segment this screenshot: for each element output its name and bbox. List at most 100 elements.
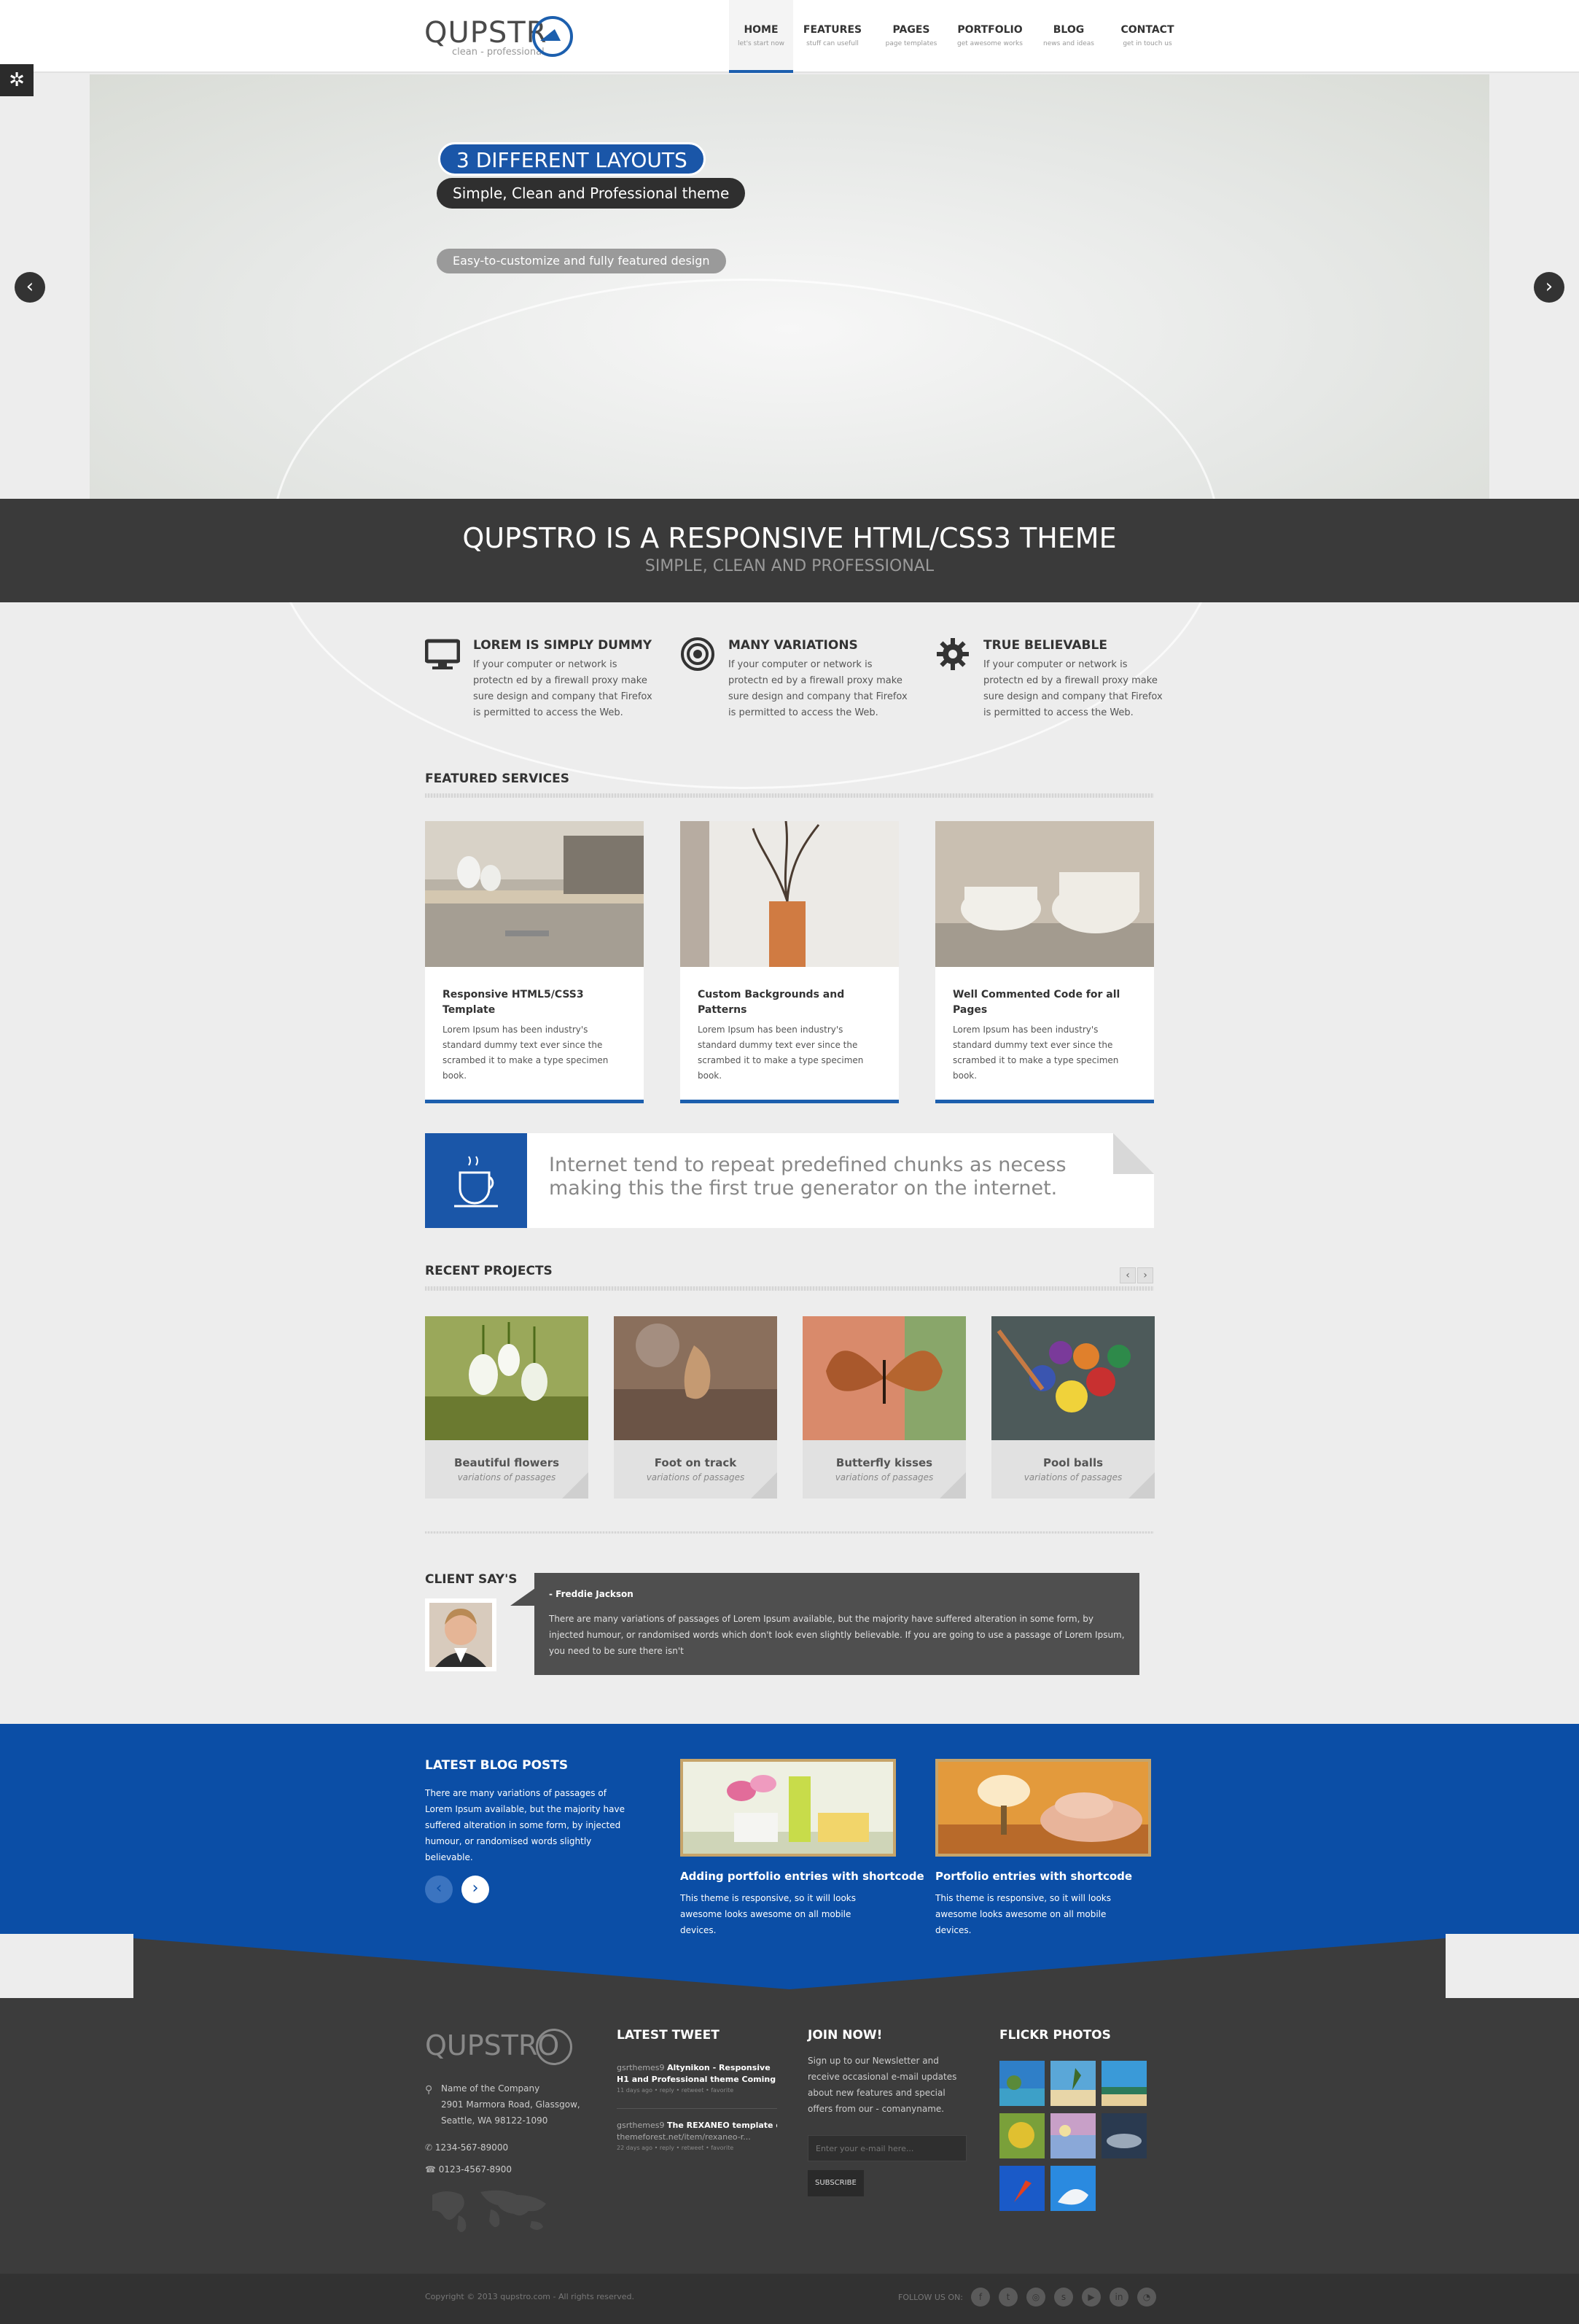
- service-card-title: Custom Backgrounds and Patterns: [698, 989, 845, 1016]
- youtube-icon[interactable]: ▶: [1082, 2288, 1101, 2306]
- target-icon: [681, 637, 714, 671]
- nav-blog[interactable]: BLOG news and ideas: [1029, 0, 1108, 73]
- client-says-title: CLIENT SAY'S: [425, 1572, 518, 1587]
- service-image-vase: [680, 820, 899, 967]
- section-divider: [425, 793, 1154, 798]
- feature-block: TRUE BELIEVABLE If your computer or netw…: [935, 637, 1176, 724]
- site-footer: [0, 1998, 1579, 2274]
- blog-post[interactable]: Adding portfolio entries with shortcode …: [680, 1759, 924, 1938]
- rss-icon[interactable]: ◔: [1137, 2288, 1156, 2306]
- blog-post-title[interactable]: Portfolio entries with shortcode: [935, 1870, 1151, 1883]
- tweet-handle[interactable]: gsrthemes9: [617, 2063, 665, 2072]
- slider-subheadline: Simple, Clean and Professional theme: [437, 178, 746, 209]
- client-avatar: [425, 1598, 496, 1671]
- nav-pages[interactable]: PAGES page templates: [872, 0, 951, 73]
- bottom-bar: [0, 2274, 1579, 2324]
- service-card-text: Lorem Ipsum has been industry's standard…: [442, 1025, 609, 1081]
- feature-title: TRUE BELIEVABLE: [983, 638, 1107, 653]
- footer-logo-mark-icon: [536, 2029, 572, 2065]
- service-card[interactable]: Responsive HTML5/CSS3 Template Lorem Ips…: [425, 821, 644, 1103]
- project-title: Pool balls: [1042, 1456, 1104, 1469]
- project-item[interactable]: Butterfly kisses variations of passages: [803, 1316, 966, 1499]
- projects-next-button[interactable]: ›: [1137, 1267, 1153, 1283]
- blog-image-orchid: [680, 1759, 896, 1857]
- nav-contact[interactable]: CONTACT get in touch us: [1108, 0, 1187, 73]
- tweet-link[interactable]: themeforest.net/item/rexaneo-r...: [617, 2131, 777, 2143]
- logo-mark-icon: [532, 16, 573, 57]
- subscribe-button[interactable]: SUBSCRIBE: [808, 2170, 864, 2196]
- tweet-handle[interactable]: gsrthemes9: [617, 2121, 665, 2130]
- twitter-icon[interactable]: t: [999, 2288, 1018, 2306]
- project-image-butterfly: [803, 1316, 966, 1440]
- flickr-thumb[interactable]: [1102, 2061, 1147, 2106]
- copyright-text: Copyright © 2013 qupstro.com - All right…: [425, 2292, 635, 2301]
- corner-fold: [562, 1472, 588, 1499]
- project-item[interactable]: Beautiful flowers variations of passages: [425, 1316, 588, 1499]
- nav-subtitle: stuff can usefull: [806, 40, 859, 47]
- newsletter-email-input[interactable]: [808, 2135, 967, 2161]
- newsletter-text: Sign up to our Newsletter and receive oc…: [808, 2056, 957, 2114]
- service-image-toilet: [935, 821, 1154, 967]
- nav-subtitle: get in touch us: [1123, 40, 1172, 47]
- flickr-thumb[interactable]: [999, 2061, 1045, 2106]
- blog-post[interactable]: Portfolio entries with shortcode This th…: [935, 1759, 1151, 1938]
- service-card-title: Responsive HTML5/CSS3 Template: [442, 989, 584, 1016]
- project-item[interactable]: Pool balls variations of passages: [991, 1316, 1155, 1499]
- style-switcher-gear-icon[interactable]: ✲: [0, 64, 34, 96]
- flickr-thumb[interactable]: [1102, 2113, 1147, 2158]
- intro-banner: QUPSTRO IS A RESPONSIVE HTML/CSS3 THEME …: [0, 499, 1579, 602]
- recent-projects-title: RECENT PROJECTS: [425, 1264, 553, 1278]
- nav-home[interactable]: HOME let's start now: [729, 0, 793, 73]
- tweet-meta: 22 days ago • reply • retweet • favorite: [617, 2145, 734, 2151]
- footer-address: ⚲ Name of the Company 2901 Marmora Road,…: [425, 2080, 585, 2129]
- slider-headline: 3 DIFFERENT LAYOUTS: [438, 142, 706, 176]
- blog-prev-button[interactable]: ‹: [425, 1876, 453, 1903]
- facebook-icon[interactable]: f: [971, 2288, 990, 2306]
- social-links: f t ◎ s ▶ in ◔: [971, 2288, 1156, 2306]
- linkedin-icon[interactable]: in: [1110, 2288, 1128, 2306]
- tweet-item: gsrthemes9 The REXANEO template o themef…: [617, 2120, 777, 2151]
- corner-fold: [940, 1472, 966, 1499]
- blog-post-title[interactable]: Adding portfolio entries with shortcode: [680, 1870, 924, 1883]
- service-card-text: Lorem Ipsum has been industry's standard…: [698, 1025, 864, 1081]
- section-divider: [425, 1286, 1154, 1291]
- projects-prev-button[interactable]: ‹: [1120, 1267, 1136, 1283]
- flickr-thumb[interactable]: [999, 2113, 1045, 2158]
- flickr-thumb[interactable]: [1050, 2166, 1096, 2211]
- gear-icon: [937, 638, 969, 670]
- phone-icon: ✆: [425, 2142, 435, 2153]
- nav-features[interactable]: FEATURES stuff can usefull: [793, 0, 872, 73]
- nav-title: FEATURES: [803, 24, 862, 36]
- footer-phone: ✆ 1234-567-89000: [425, 2140, 508, 2156]
- project-item[interactable]: Foot on track variations of passages: [614, 1316, 777, 1499]
- testimonial-author: - Freddie Jackson: [549, 1589, 633, 1599]
- monitor-icon: [425, 639, 460, 669]
- nav-subtitle: get awesome works: [957, 40, 1023, 47]
- feature-text: If your computer or network is protectn …: [473, 659, 652, 718]
- skype-icon[interactable]: s: [1054, 2288, 1073, 2306]
- blog-next-button[interactable]: ›: [461, 1876, 489, 1903]
- world-map-graphic: [432, 2190, 546, 2232]
- nav-portfolio[interactable]: PORTFOLIO get awesome works: [951, 0, 1029, 73]
- hero-slider: [90, 74, 1489, 789]
- dribbble-icon[interactable]: ◎: [1026, 2288, 1045, 2306]
- quote-pointer: [510, 1588, 535, 1606]
- flickr-thumb[interactable]: [1050, 2061, 1096, 2106]
- map-pin-icon: ⚲: [425, 2084, 433, 2096]
- site-logo[interactable]: QUPSTR clean - professional: [424, 16, 577, 60]
- service-card[interactable]: Well Commented Code for all Pages Lorem …: [935, 821, 1154, 1103]
- corner-fold: [1128, 1472, 1155, 1499]
- feature-text: If your computer or network is protectn …: [983, 659, 1163, 718]
- flickr-thumb[interactable]: [999, 2166, 1045, 2211]
- join-now-title: JOIN NOW!: [808, 2028, 883, 2043]
- logo-text: QUPSTR: [424, 16, 547, 50]
- testimonial-box: - Freddie Jackson There are many variati…: [534, 1573, 1139, 1675]
- flickr-grid: [999, 2061, 1147, 2212]
- slider-next-button[interactable]: ›: [1534, 272, 1564, 303]
- corner-fold: [751, 1472, 777, 1499]
- latest-tweet-title: LATEST TWEET: [617, 2028, 720, 2043]
- coffee-cup-icon: [425, 1133, 536, 1228]
- slider-prev-button[interactable]: ‹: [15, 272, 45, 303]
- service-card[interactable]: Custom Backgrounds and Patterns Lorem Ip…: [680, 820, 899, 1103]
- flickr-thumb[interactable]: [1050, 2113, 1096, 2158]
